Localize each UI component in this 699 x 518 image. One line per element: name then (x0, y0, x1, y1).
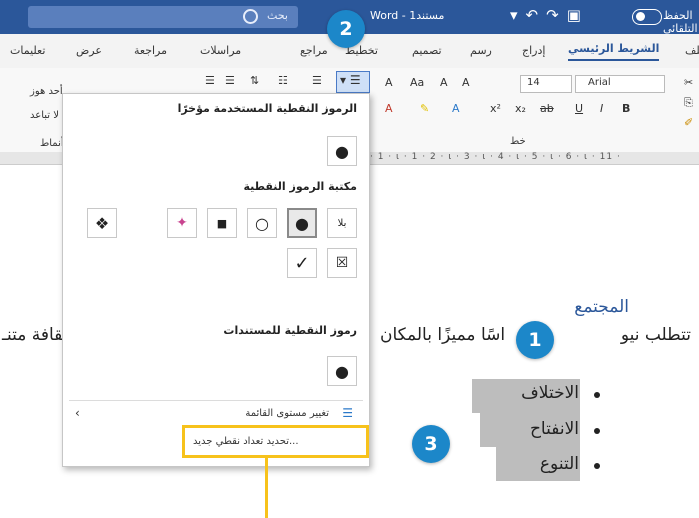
tab-file[interactable]: ملف (685, 44, 699, 57)
sort-icon[interactable]: ⇅ (250, 74, 259, 87)
bullet-marker (594, 463, 600, 469)
style-normal[interactable]: أحد هوز (30, 86, 63, 97)
quick-access-toolbar: ▾↶↷▣ (510, 6, 589, 24)
bullet-square[interactable]: ■ (207, 208, 237, 238)
font-color-icon[interactable]: A (385, 102, 393, 115)
bold-icon[interactable]: B (622, 102, 630, 115)
define-new-bullet-highlight (182, 425, 369, 458)
tab-home[interactable]: الشريط الرئيسي (568, 42, 660, 61)
undo-icon[interactable]: ↶ (526, 6, 547, 24)
font-name-value: Arial (588, 77, 611, 88)
group-font-label: خط (510, 136, 526, 147)
bullet-filled-circle[interactable]: ● (287, 208, 317, 238)
superscript-icon[interactable]: x² (490, 102, 501, 115)
format-painter-icon[interactable]: ✐ (684, 116, 693, 129)
underline-icon[interactable]: U (575, 102, 583, 115)
cut-icon[interactable]: ✂ (684, 76, 693, 89)
tab-references[interactable]: مراجع (300, 44, 328, 57)
search-placeholder: بحث (267, 9, 288, 22)
ruler-ticks: · 1 · ι · 1 · 2 · ι · 3 · ι · 4 · ι · 5 … (370, 152, 621, 162)
dropdown-arrow-icon[interactable]: ▾ (510, 6, 526, 24)
bullet-library-heading: مكتبة الرموز النقطية (243, 180, 358, 193)
autosave-label: الحفظ التلقائي (663, 9, 698, 35)
callout-3: 3 (412, 425, 450, 463)
font-size-combo[interactable]: 14 (520, 75, 572, 93)
copy-icon[interactable]: ⎘ (684, 96, 693, 110)
bullet-diamond-cluster[interactable]: ❖ (87, 208, 117, 238)
align-right-icon[interactable]: ☰ (205, 74, 215, 87)
subscript-icon[interactable]: x₂ (515, 102, 526, 115)
tab-help[interactable]: تعليمات (10, 44, 45, 57)
bullets-icon: ▾ ☰ (340, 73, 361, 87)
bullet-item-2: الانفتاح (529, 419, 579, 439)
highlight-icon[interactable]: ✎ (420, 102, 429, 115)
italic-icon[interactable]: I (600, 102, 603, 115)
app-name: Word (370, 9, 399, 22)
shrink-font-icon[interactable]: A (440, 76, 448, 89)
strikethrough-icon[interactable]: ab (540, 102, 554, 115)
search-box[interactable]: بحث (28, 6, 298, 28)
search-icon (243, 9, 258, 24)
bullet-none-label: بلا (337, 217, 347, 229)
group-styles-label: أنماط (40, 138, 64, 149)
callout-2: 2 (327, 10, 365, 48)
bullet-star[interactable]: ✦ (167, 208, 197, 238)
save-icon[interactable]: ▣ (567, 6, 589, 24)
style-no-spacing[interactable]: لا تباعد (30, 110, 59, 121)
indent-list-icon: ☰ (342, 406, 353, 420)
bullet-none[interactable]: بلا (327, 208, 357, 238)
recent-bullets-heading: الرموز النقطية المستخدمة مؤخرًا (177, 102, 357, 115)
bullet-marker (594, 428, 600, 434)
document-bullets-heading: رموز النقطية للمستندات (223, 324, 357, 337)
callout-1: 1 (516, 321, 554, 359)
align-center-icon[interactable]: ☰ (225, 74, 235, 87)
redo-icon[interactable]: ↷ (546, 6, 567, 24)
document-title: Word - مستند1 (370, 9, 445, 22)
tab-mailings[interactable]: مراسلات (200, 44, 241, 57)
bullet-checkbox[interactable]: ☒ (327, 248, 357, 278)
bullet-checkmark[interactable]: ✓ (287, 248, 317, 278)
paragraph-left-fragment: ثقافة متنـ (2, 325, 68, 345)
bullet-marker (594, 392, 600, 398)
highlight-pointer-line (265, 458, 268, 518)
document-name: مستند1 (409, 9, 445, 22)
numbering-icon[interactable]: ☰ (312, 74, 322, 87)
menu-separator (69, 400, 363, 401)
paragraph-right-fragment: تتطلب نيو (620, 325, 691, 345)
bullet-hollow-circle[interactable]: ○ (247, 208, 277, 238)
change-case-icon[interactable]: Aa (410, 76, 424, 89)
clear-format-icon[interactable]: A (385, 76, 393, 89)
tab-design[interactable]: تصميم (412, 44, 442, 57)
text-effects-icon[interactable]: A (452, 102, 460, 115)
change-list-level-label: تغيير مستوى القائمة (245, 408, 329, 419)
font-size-value: 14 (527, 77, 540, 88)
chevron-left-icon: ‹ (75, 406, 80, 420)
recent-bullet-dot[interactable]: ● (327, 136, 357, 166)
multilevel-list-icon[interactable]: ☷ (278, 74, 288, 87)
tab-review[interactable]: مراجعة (134, 44, 167, 57)
font-name-combo[interactable]: Arial (575, 75, 665, 93)
autosave-toggle[interactable] (632, 9, 662, 25)
tab-view[interactable]: عرض (76, 44, 102, 57)
word-window: بحث Word - مستند1 ▾↶↷▣ الحفظ التلقائي تع… (0, 0, 699, 490)
paragraph-mid-fragment: اسًا مميزًا بالمكان (380, 325, 506, 345)
grow-font-icon[interactable]: A (462, 76, 470, 89)
tab-insert[interactable]: إدراج (522, 44, 545, 57)
document-bullet-dot[interactable]: ● (327, 356, 357, 386)
change-list-level-item[interactable]: ‹ تغيير مستوى القائمة ☰ (69, 406, 359, 424)
bullet-item-1: الاختلاف (521, 383, 579, 403)
tab-draw[interactable]: رسم (470, 44, 492, 57)
bullets-button[interactable]: ▾ ☰ (336, 71, 370, 93)
bullet-library-dropdown: الرموز النقطية المستخدمة مؤخرًا ● مكتبة … (62, 93, 370, 467)
document-heading: المجتمع (574, 297, 629, 317)
bullet-item-3: التنوع (539, 454, 579, 474)
